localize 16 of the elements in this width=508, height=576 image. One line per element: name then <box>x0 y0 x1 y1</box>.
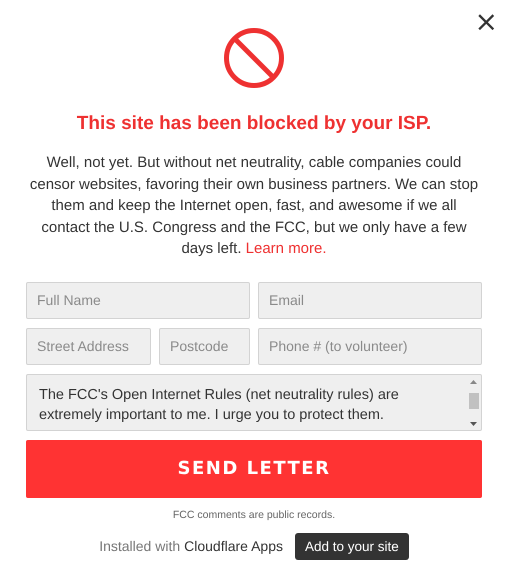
message-field[interactable]: The FCC's Open Internet Rules (net neutrality rules) are extremely important to me. I urge you to protect them. <box>26 374 482 430</box>
disclaimer-text: FCC comments are public records. <box>172 508 336 520</box>
prohibited-icon <box>222 26 286 90</box>
installed-with-text: Installed with <box>99 538 180 554</box>
close-button[interactable]: × <box>470 8 502 36</box>
cloudflare-apps-link[interactable]: Cloudflare Apps <box>184 538 283 554</box>
input-field[interactable]: Postcode <box>159 328 250 364</box>
input-field[interactable]: Full Name <box>26 282 250 318</box>
input-field[interactable]: Email <box>258 282 482 318</box>
add-to-site-button[interactable]: Add to your site <box>294 532 409 560</box>
input-field[interactable]: Phone # (to volunteer) <box>258 328 482 364</box>
send-letter-button[interactable]: SEND LETTER <box>26 440 482 498</box>
headline: This site has been blocked by your ISP. <box>76 112 432 136</box>
input-field[interactable]: Street Address <box>26 328 151 364</box>
intro-paragraph: Well, not yet. But without net neutrality, cable companies could censor websites, favoring their own business partners. We can stop them and keep the Internet open, fast, and awesome if we all contact the U.S. Congress and the FCC, but we only have a few days left. Learn more. <box>28 153 480 259</box>
learn-more-link[interactable]: Learn more. <box>246 240 327 257</box>
